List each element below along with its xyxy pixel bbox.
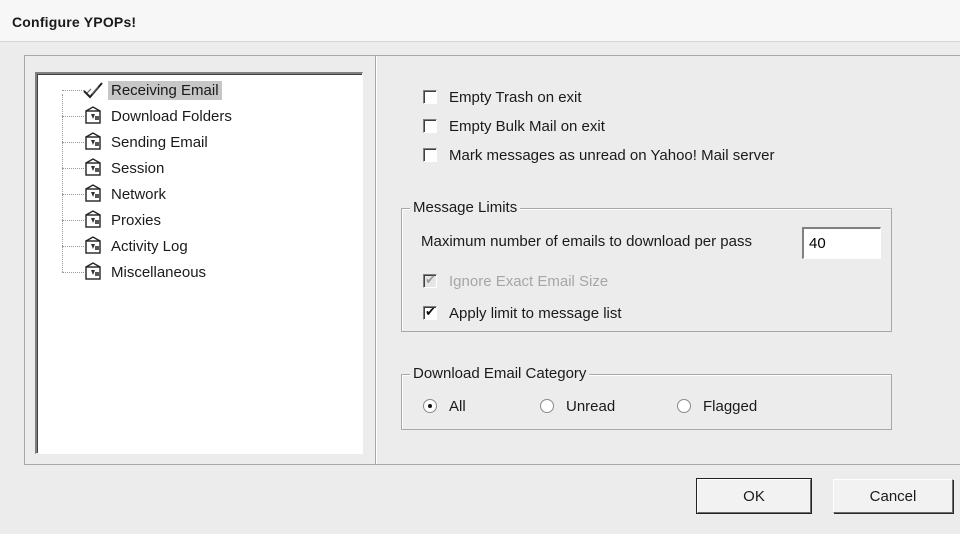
ok-button[interactable]: OK (696, 478, 812, 514)
category-unread-option[interactable]: Unread (540, 395, 615, 417)
empty-bulk-label: Empty Bulk Mail on exit (449, 117, 605, 135)
settings-box-icon (82, 183, 104, 205)
category-all-option[interactable]: All (423, 395, 466, 417)
tree-connector (62, 142, 84, 143)
tree-item-label: Network (111, 185, 167, 203)
download-category-group: Download Email Category (401, 365, 892, 430)
category-all-radio[interactable] (423, 399, 437, 413)
tree-item-sending-email[interactable]: Sending Email (82, 131, 211, 153)
checkmark-icon (82, 79, 104, 101)
category-flagged-option[interactable]: Flagged (677, 395, 757, 417)
tree-connector (62, 246, 84, 247)
tree-item-download-folders[interactable]: Download Folders (82, 105, 235, 127)
category-unread-label: Unread (566, 397, 616, 415)
max-emails-input[interactable] (802, 227, 881, 259)
tree-connector (62, 220, 84, 221)
tree-item-miscellaneous[interactable]: Miscellaneous (82, 261, 209, 283)
tree-item-label: Sending Email (111, 133, 208, 151)
apply-limit-label: Apply limit to message list (449, 304, 622, 322)
settings-box-icon (82, 157, 104, 179)
settings-tree[interactable]: Receiving Email Download Folders Sending… (35, 72, 363, 454)
tree-item-proxies[interactable]: Proxies (82, 209, 164, 231)
mark-unread-checkbox[interactable] (423, 148, 437, 162)
settings-box-icon (82, 131, 104, 153)
tree-item-session[interactable]: Session (82, 157, 167, 179)
tree-item-label: Receiving Email (108, 80, 222, 100)
title-bar: Configure YPOPs! (0, 0, 960, 42)
empty-trash-option[interactable]: Empty Trash on exit (423, 86, 582, 108)
ignore-size-checkbox (423, 272, 437, 288)
tree-item-label: Session (111, 159, 165, 177)
tree-connector (62, 168, 84, 169)
window-title: Configure YPOPs! (12, 14, 137, 30)
tree-item-label: Miscellaneous (111, 263, 207, 281)
empty-bulk-checkbox[interactable] (423, 119, 437, 133)
empty-trash-checkbox[interactable] (423, 90, 437, 104)
settings-box-icon (82, 209, 104, 231)
settings-box-icon (82, 235, 104, 257)
category-all-label: All (449, 397, 466, 415)
category-flagged-radio[interactable] (677, 399, 691, 413)
cancel-button[interactable]: Cancel (833, 479, 953, 513)
settings-box-icon (82, 261, 104, 283)
apply-limit-option[interactable]: Apply limit to message list (423, 302, 622, 324)
tree-item-label: Download Folders (111, 107, 232, 125)
message-limits-legend: Message Limits (410, 199, 521, 216)
tree-connector (62, 90, 84, 91)
pane-divider (375, 56, 377, 464)
tree-item-label: Activity Log (111, 237, 188, 255)
ignore-size-label: Ignore Exact Email Size (449, 272, 609, 290)
tree-item-activity-log[interactable]: Activity Log (82, 235, 191, 257)
category-unread-radio[interactable] (540, 399, 554, 413)
mark-unread-label: Mark messages as unread on Yahoo! Mail s… (449, 146, 775, 164)
tree-connector (62, 194, 84, 195)
max-emails-label: Maximum number of emails to download per… (421, 233, 752, 250)
tree-item-label: Proxies (111, 211, 162, 229)
tree-connector (62, 116, 84, 117)
empty-trash-label: Empty Trash on exit (449, 88, 582, 106)
ignore-size-option: Ignore Exact Email Size (423, 270, 608, 292)
tree-item-network[interactable]: Network (82, 183, 169, 205)
apply-limit-checkbox[interactable] (423, 304, 437, 320)
mark-unread-option[interactable]: Mark messages as unread on Yahoo! Mail s… (423, 144, 774, 166)
settings-box-icon (82, 105, 104, 127)
download-category-legend: Download Email Category (410, 365, 590, 382)
tree-connector (62, 272, 84, 273)
empty-bulk-option[interactable]: Empty Bulk Mail on exit (423, 115, 605, 137)
tree-item-receiving-email[interactable]: Receiving Email (82, 79, 222, 101)
category-flagged-label: Flagged (703, 397, 758, 415)
